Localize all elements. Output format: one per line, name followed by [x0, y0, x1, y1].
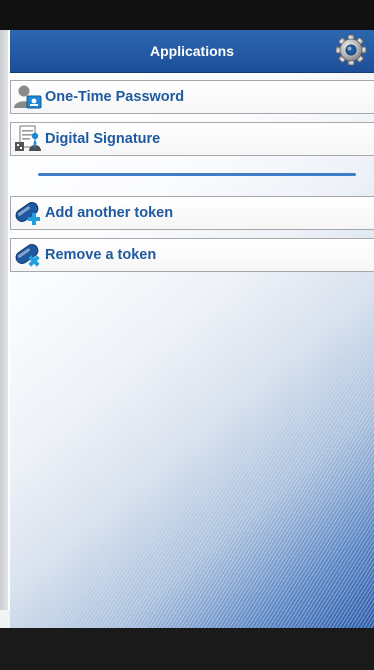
remove-token-button[interactable]: Remove a token — [10, 238, 374, 272]
page-title: Applications — [149, 43, 234, 59]
menu-item-label: Digital Signature — [45, 131, 161, 147]
token-add-icon — [11, 197, 45, 229]
device-frame-gap — [0, 610, 10, 628]
device-frame-edge — [0, 0, 8, 610]
nav-bar: Applications — [10, 30, 374, 73]
add-token-button[interactable]: Add another token — [10, 196, 374, 230]
settings-button[interactable] — [334, 33, 368, 67]
token-remove-icon — [11, 239, 45, 271]
remove-token-label: Remove a token — [45, 247, 157, 263]
status-bar — [0, 0, 374, 30]
document-signature-icon — [11, 123, 45, 155]
user-token-icon — [11, 81, 45, 113]
app-screen: Applications One-Time Password Digital S… — [10, 30, 374, 628]
section-divider — [38, 173, 356, 176]
menu-item-one-time-password[interactable]: One-Time Password — [10, 80, 374, 114]
menu-item-digital-signature[interactable]: Digital Signature — [10, 122, 374, 156]
menu-item-label: One-Time Password — [45, 89, 185, 105]
add-token-label: Add another token — [45, 205, 174, 221]
background-hatch — [10, 30, 374, 628]
gear-icon — [335, 34, 367, 66]
bottom-bar — [0, 628, 374, 670]
